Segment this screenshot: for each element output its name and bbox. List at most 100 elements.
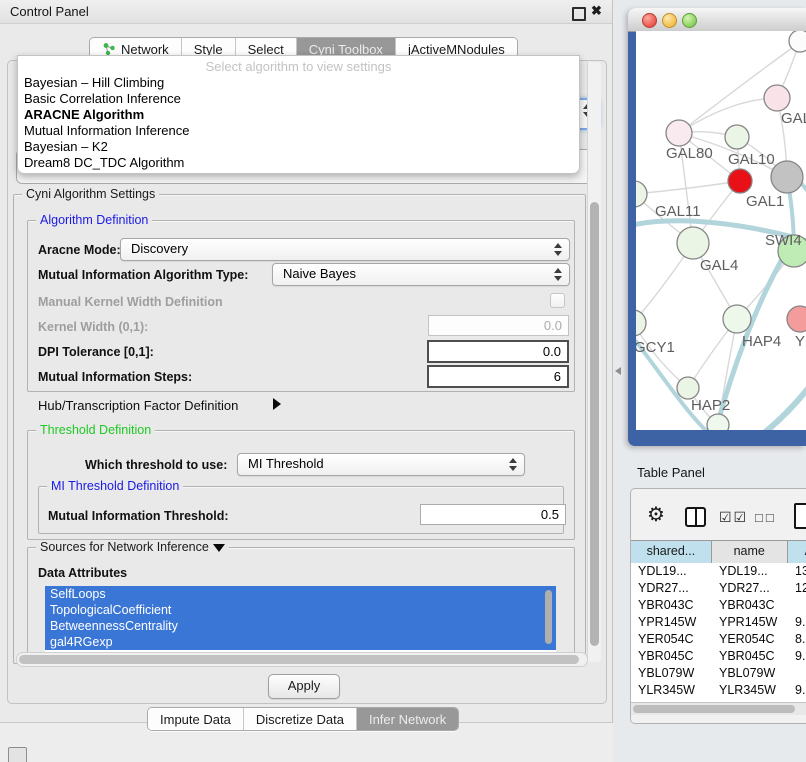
table-cell: 8. — [788, 631, 806, 648]
tab-infer-network[interactable]: Infer Network — [357, 708, 458, 730]
close-traffic-light-icon[interactable] — [642, 13, 657, 28]
node-label: GAL4 — [700, 257, 738, 274]
network-edge[interactable] — [636, 181, 740, 194]
table-row[interactable]: YBR045CYBR045C9. — [631, 648, 806, 665]
panel-grip-icon[interactable] — [8, 747, 27, 762]
attribute-item[interactable]: TopologicalCoefficient — [45, 602, 556, 618]
attributes-scrollbar[interactable] — [545, 590, 552, 644]
network-node-gal[interactable] — [764, 85, 790, 111]
collapse-arrow-icon[interactable] — [213, 544, 225, 552]
algorithm-option[interactable]: ARACNE Algorithm — [22, 107, 572, 123]
column-header[interactable]: name — [712, 541, 788, 563]
tab-impute-data[interactable]: Impute Data — [148, 708, 244, 730]
attribute-item[interactable]: SelfLoops — [45, 586, 556, 602]
split-columns-icon[interactable] — [685, 507, 706, 527]
network-node[interactable] — [789, 31, 806, 52]
algorithm-list: Bayesian – Hill ClimbingBasic Correlatio… — [22, 75, 572, 171]
new-table-icon[interactable] — [794, 503, 806, 529]
network-node-gal1[interactable] — [728, 169, 752, 193]
tab-label: Impute Data — [160, 712, 231, 727]
table-row[interactable]: YDL19...YDL19...13 — [631, 563, 806, 580]
gear-icon[interactable]: ⚙ — [647, 504, 665, 526]
table-rows: YDL19...YDL19...13YDR27...YDR27...12YBR0… — [631, 563, 806, 702]
network-node-gcy1[interactable] — [636, 310, 646, 336]
network-node-y[interactable] — [787, 306, 806, 332]
table-row[interactable]: YPR145WYPR145W9. — [631, 614, 806, 631]
node-label: SWI4 — [765, 232, 802, 249]
table-cell: YPR145W — [631, 614, 712, 631]
attribute-item[interactable]: BetweennessCentrality — [45, 618, 556, 634]
node-label: HAP2 — [691, 397, 730, 414]
kernel-width-label: Kernel Width (0,1): — [38, 320, 148, 334]
algorithm-option[interactable]: Mutual Information Inference — [22, 123, 572, 139]
table-row[interactable]: YDR27...YDR27...12 — [631, 580, 806, 597]
minimize-traffic-light-icon[interactable] — [662, 13, 677, 28]
table-cell: YLR345W — [631, 682, 712, 699]
apply-button[interactable]: Apply — [268, 674, 340, 699]
table-cell: 9. — [788, 614, 806, 631]
which-threshold-label: Which threshold to use: — [85, 458, 227, 472]
control-panel-title: Control Panel — [10, 4, 89, 19]
node-label: GAL — [781, 110, 806, 127]
data-attributes-label: Data Attributes — [38, 566, 127, 580]
node-label: GCY1 — [636, 339, 675, 356]
network-node-gal11[interactable] — [636, 181, 647, 207]
table-panel-title: Table Panel — [637, 465, 705, 480]
kernel-width-field[interactable]: 0.0 — [428, 315, 569, 336]
network-edge[interactable] — [679, 98, 777, 133]
table-cell: YBR045C — [712, 648, 788, 665]
sources-title-text: Sources for Network Inference — [40, 540, 209, 554]
algorithm-option[interactable]: Bayesian – K2 — [22, 139, 572, 155]
network-node-hap2[interactable] — [677, 377, 699, 399]
mi-threshold-field[interactable]: 0.5 — [420, 504, 566, 525]
scrollbar-thumb[interactable] — [19, 655, 579, 664]
algorithm-option[interactable]: Basic Correlation Inference — [22, 91, 572, 107]
network-node-gal10[interactable] — [725, 125, 749, 149]
algorithm-option[interactable]: Dream8 DC_TDC Algorithm — [22, 155, 572, 171]
network-node-gal4[interactable] — [677, 227, 709, 259]
network-canvas[interactable]: GALGAL80GAL10GAL1GAL11SWI4GAL4GCY1HAP4YH… — [636, 31, 806, 430]
mi-type-combobox[interactable]: Naive Bayes — [272, 263, 570, 286]
table-cell: YDR27... — [631, 580, 712, 597]
scrollbar-thumb[interactable] — [590, 202, 599, 646]
expand-arrow-icon[interactable] — [273, 398, 281, 410]
dpi-tolerance-field[interactable]: 0.0 — [427, 340, 569, 363]
network-graph[interactable]: GALGAL80GAL10GAL1GAL11SWI4GAL4GCY1HAP4YH… — [636, 31, 806, 430]
table-cell: 9. — [788, 648, 806, 665]
table-horizontal-scrollbar[interactable] — [631, 702, 806, 715]
manual-kernel-label: Manual Kernel Width Definition — [38, 295, 223, 309]
network-node[interactable] — [771, 161, 803, 193]
select-all-columns-icon[interactable]: ☑☑ — [719, 509, 748, 526]
network-node-gal80[interactable] — [666, 120, 692, 146]
manual-kernel-checkbox[interactable] — [550, 293, 565, 308]
table-row[interactable]: YER054CYER054C8. — [631, 631, 806, 648]
float-window-icon[interactable] — [572, 7, 586, 21]
settings-horizontal-scrollbar[interactable] — [16, 652, 588, 667]
which-threshold-combobox[interactable]: MI Threshold — [237, 453, 525, 476]
settings-vertical-scrollbar[interactable] — [587, 62, 601, 662]
zoom-traffic-light-icon[interactable] — [682, 13, 697, 28]
column-header[interactable]: A — [788, 541, 806, 563]
column-header[interactable]: shared... — [631, 541, 712, 563]
network-node[interactable] — [707, 414, 729, 430]
scrollbar-thumb[interactable] — [633, 705, 795, 713]
node-label: GAL80 — [666, 145, 713, 162]
splitpane-collapse-arrow-icon[interactable] — [615, 367, 621, 375]
table-row[interactable]: YBR043CYBR043C — [631, 597, 806, 614]
mi-steps-field[interactable]: 6 — [427, 365, 569, 388]
close-icon[interactable]: ✖ — [591, 3, 602, 19]
attribute-item[interactable]: gal4RGexp — [45, 634, 556, 650]
deselect-all-columns-icon[interactable]: □□ — [755, 510, 777, 525]
tab-discretize-data[interactable]: Discretize Data — [244, 708, 357, 730]
network-window-titlebar — [628, 8, 806, 32]
node-label: HAP4 — [742, 333, 781, 350]
node-label: Y — [795, 333, 805, 350]
network-edge[interactable] — [764, 381, 806, 430]
table-row[interactable]: YLR345WYLR345W9. — [631, 682, 806, 699]
aracne-mode-combobox[interactable]: Discovery — [120, 238, 570, 261]
algorithm-option[interactable]: Bayesian – Hill Climbing — [22, 75, 572, 91]
mi-type-value: Naive Bayes — [283, 266, 356, 281]
network-node-hap4[interactable] — [723, 305, 751, 333]
table-cell — [788, 665, 806, 682]
table-row[interactable]: YBL079WYBL079W — [631, 665, 806, 682]
